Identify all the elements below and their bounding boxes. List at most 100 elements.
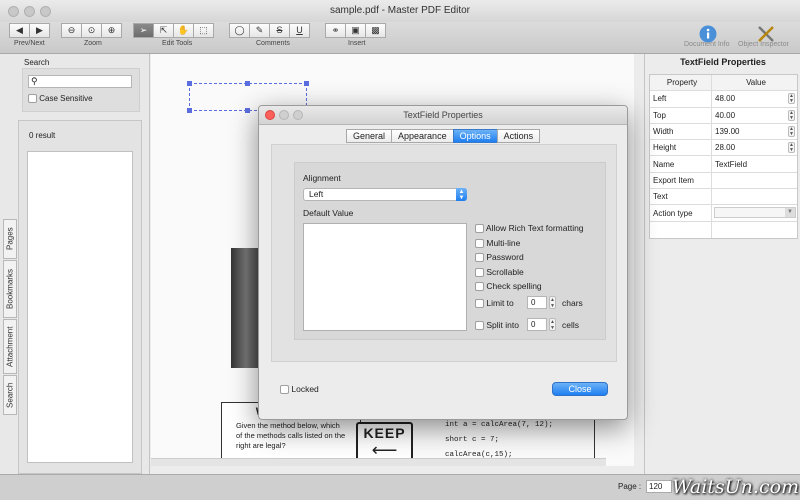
zoom-in-icon[interactable]: ⊕ [101, 23, 122, 38]
check-spelling-checkbox[interactable] [475, 282, 484, 292]
scrollable-checkbox[interactable] [475, 268, 484, 278]
property-row-left[interactable]: Left 48.00 ▲ ▼ [650, 91, 797, 108]
split-stepper-icon[interactable]: ▲ ▼ [549, 318, 556, 331]
stepper-icon[interactable]: ▲ ▼ [788, 142, 795, 154]
hand-icon[interactable]: ✋ [173, 23, 194, 38]
insert-field-icon[interactable]: ▣ [345, 23, 366, 38]
edit-tools-group: ➢ ⇱ ✋ ⬚ [133, 23, 214, 38]
case-sensitive-checkbox[interactable] [28, 94, 37, 104]
close-window-button[interactable] [8, 6, 19, 17]
property-row-name[interactable]: Name TextField [650, 156, 797, 173]
property-value-field[interactable] [712, 189, 797, 204]
close-button[interactable]: Close [552, 382, 608, 396]
alignment-select[interactable]: Left ▲ ▼ [303, 188, 467, 201]
limit-stepper-icon[interactable]: ▲ ▼ [549, 296, 556, 309]
tab-general[interactable]: General [346, 129, 393, 143]
property-value-field[interactable] [712, 173, 797, 188]
case-sensitive-label: Case Sensitive [39, 94, 93, 103]
tab-actions[interactable]: Actions [496, 129, 541, 143]
split-into-checkbox[interactable] [475, 321, 484, 331]
property-row-width[interactable]: Width 139.00 ▲ ▼ [650, 123, 797, 141]
textfield-properties-dialog: TextField Properties General Appearance … [258, 105, 628, 420]
property-value-field[interactable]: 139.00 ▲ ▼ [712, 124, 797, 139]
dialog-minimize-icon[interactable] [279, 110, 289, 120]
property-row-export[interactable]: Export Item [650, 172, 797, 190]
property-value: 48.00 [715, 94, 736, 104]
edit-object-icon[interactable]: ⇱ [153, 23, 174, 38]
property-value-field[interactable]: 48.00 ▲ ▼ [712, 91, 797, 106]
multiline-checkbox[interactable] [475, 239, 484, 249]
locked-checkbox[interactable] [280, 385, 289, 395]
link-icon[interactable]: ⚭ [325, 23, 346, 38]
prev-icon[interactable]: ◀ [9, 23, 30, 38]
stepper-icon[interactable]: ▲ ▼ [788, 93, 795, 105]
select-arrows-icon[interactable]: ▲ ▼ [456, 188, 467, 201]
property-row-height[interactable]: Height 28.00 ▲ ▼ [650, 140, 797, 157]
tab-options[interactable]: Options [452, 129, 498, 143]
comments-group: ◯ ✎ S U [229, 23, 310, 38]
dialog-zoom-icon[interactable] [293, 110, 303, 120]
page-label: Page : [618, 482, 642, 491]
zoom-window-button[interactable] [40, 6, 51, 17]
results-list[interactable] [27, 151, 133, 463]
property-row-text[interactable]: Text [650, 189, 797, 206]
split-into-input[interactable]: 0 [527, 318, 547, 331]
search-heading: Search [24, 58, 50, 67]
zoom-fit-icon[interactable]: ⊙ [81, 23, 102, 38]
property-value-field[interactable]: TextField [712, 156, 797, 171]
insert-group: ⚭ ▣ ▩ [325, 23, 386, 38]
status-bar: Page : 120 WaitsUn.com [0, 474, 800, 500]
highlight-icon[interactable]: ✎ [249, 23, 270, 38]
property-name: Action type [650, 205, 712, 221]
magnifier-icon: ⚲ [31, 76, 38, 86]
scrollable-option[interactable]: Scrollable [475, 267, 524, 278]
property-value-field[interactable]: 40.00 ▲ ▼ [712, 108, 797, 123]
watermark: WaitsUn.com [672, 476, 800, 498]
zoom-out-icon[interactable]: ⊖ [61, 23, 82, 38]
dialog-close-icon[interactable] [265, 110, 275, 120]
code-line: int a = calcArea(7, 12); [445, 421, 554, 429]
horizontal-scrollbar[interactable] [151, 458, 606, 466]
tab-attachment[interactable]: Attachment [3, 319, 17, 374]
search-input[interactable]: ⚲ [28, 75, 132, 88]
chevron-down-icon[interactable]: ▼ [785, 208, 795, 218]
password-checkbox[interactable] [475, 253, 484, 263]
property-value-field[interactable]: 28.00 ▲ ▼ [712, 140, 797, 155]
tab-search[interactable]: Search [3, 375, 17, 415]
action-type-select[interactable]: ▼ [712, 205, 797, 220]
default-value-textarea[interactable] [303, 223, 467, 331]
select-arrow-icon[interactable]: ➢ [133, 23, 154, 38]
split-into-option[interactable]: Split into [475, 320, 519, 331]
check-spelling-option[interactable]: Check spelling [475, 281, 542, 292]
strikeout-icon[interactable]: S [269, 23, 290, 38]
zoom-label: Zoom [84, 40, 102, 47]
limit-to-option[interactable]: Limit to [475, 298, 514, 309]
limit-to-value: 0 [531, 298, 536, 307]
insert-image-icon[interactable]: ▩ [365, 23, 386, 38]
limit-to-checkbox[interactable] [475, 299, 484, 309]
marquee-icon[interactable]: ⬚ [193, 23, 214, 38]
tab-pages[interactable]: Pages [3, 219, 17, 259]
note-icon[interactable]: ◯ [229, 23, 250, 38]
stepper-icon[interactable]: ▲ ▼ [788, 109, 795, 121]
split-into-label: Split into [486, 320, 519, 330]
property-row-top[interactable]: Top 40.00 ▲ ▼ [650, 107, 797, 124]
minimize-window-button[interactable] [24, 6, 35, 17]
limit-to-input[interactable]: 0 [527, 296, 547, 309]
tab-bookmarks[interactable]: Bookmarks [3, 260, 17, 318]
locked-option[interactable]: Locked [280, 384, 319, 395]
rich-text-checkbox[interactable] [475, 224, 484, 234]
password-option[interactable]: Password [475, 252, 524, 263]
case-sensitive-option[interactable]: Case Sensitive [28, 94, 93, 104]
left-arrow-icon: ⟵ [371, 440, 398, 460]
next-icon[interactable]: ▶ [29, 23, 50, 38]
tab-appearance[interactable]: Appearance [391, 129, 454, 143]
rich-text-option[interactable]: Allow Rich Text formatting [475, 223, 584, 234]
property-row-action-type[interactable]: Action type ▼ [650, 205, 797, 222]
multiline-option[interactable]: Multi-line [475, 238, 520, 249]
stepper-icon[interactable]: ▲ ▼ [788, 125, 795, 137]
underline-icon[interactable]: U [289, 23, 310, 38]
page-number-input[interactable]: 120 [646, 480, 672, 493]
cells-label: cells [562, 320, 580, 330]
property-name: Name [650, 156, 712, 172]
